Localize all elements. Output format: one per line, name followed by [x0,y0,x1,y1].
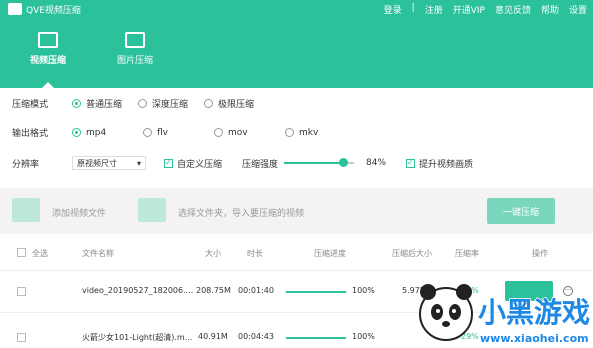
resolution-label: 分辨率 [12,159,40,170]
help-link[interactable]: 帮助 [541,3,559,16]
strength-slider[interactable] [284,158,355,167]
radio-label: 深度压缩 [152,100,189,110]
output-format-row: 输出格式 mp4 flv mov mkv [12,126,356,140]
radio-label: 极限压缩 [218,100,255,110]
image-icon [125,32,145,48]
login-link[interactable]: 登录 [384,3,402,16]
radio-dot [72,128,81,137]
strength-label: 压缩强度 [242,159,279,170]
mode-normal-radio[interactable]: 普通压缩 [72,97,122,110]
add-video-text[interactable]: 添加视频文件 [52,206,106,219]
active-tab-caret [42,82,54,88]
chevron-down-icon: ▾ [136,158,141,168]
vip-link[interactable]: 开通VIP [453,3,485,16]
radio-label: mov [228,127,248,138]
file-size: 40.91M [198,332,228,341]
radio-label: mkv [299,127,319,138]
col-progress: 压缩进度 [314,249,346,258]
radio-dot [72,99,81,108]
resolution-row: 分辨率 原视频尺寸 ▾ 自定义压缩 压缩强度 84% 提升视频画质 [12,156,473,170]
radio-label: flv [157,127,168,138]
file-duration: 00:01:40 [238,286,274,295]
file-duration: 00:04:43 [238,332,274,341]
row-checkbox[interactable] [17,287,26,296]
mode-label: 压缩模式 [12,100,49,110]
select-folder-text[interactable]: 选择文件夹，导入要压缩的视频 [178,206,304,219]
resolution-select[interactable]: 原视频尺寸 ▾ [72,156,146,170]
progress-bar [286,337,346,339]
app-logo-icon [8,3,22,15]
progress-value: 100% [352,286,375,295]
format-label: 输出格式 [12,129,49,139]
enhance-quality-checkbox[interactable] [406,158,416,168]
watermark-logo: 小黑游戏 www.xiaohei.com [419,284,591,345]
radio-dot [214,128,223,137]
custom-compress-label: 自定义压缩 [177,159,223,170]
format-mkv-radio[interactable]: mkv [285,128,340,138]
watermark-url: www.xiaohei.com [480,332,589,345]
col-actions: 操作 [532,249,548,258]
watermark-text: 小黑游戏 [478,296,590,329]
file-size: 208.75M [196,286,231,295]
tab-video-compress[interactable]: 视频压缩 [12,32,84,88]
film-icon [12,198,40,222]
col-duration: 时长 [247,249,263,258]
top-header: QVE视频压缩 登录 | 注册 开通VIP 意见反馈 帮助 设置 视频压缩 图片… [0,0,593,88]
col-filename: 文件名称 [82,249,114,258]
radio-label: mp4 [86,127,107,138]
file-name: video_20190527_182006.... [82,286,194,295]
radio-dot [285,128,294,137]
app-title: QVE视频压缩 [26,6,81,16]
custom-compress-checkbox[interactable] [164,158,173,168]
folder-add-icon [138,198,166,222]
slider-knob[interactable] [338,158,348,167]
tab-label: 图片压缩 [116,56,153,66]
register-link[interactable]: 注册 [425,3,443,16]
format-flv-radio[interactable]: flv [143,128,198,138]
col-size: 大小 [205,249,221,258]
feedback-link[interactable]: 意见反馈 [495,3,531,16]
col-ratio: 压缩率 [455,249,479,258]
settings-link[interactable]: 设置 [569,3,587,16]
compress-mode-row: 压缩模式 普通压缩 深度压缩 极限压缩 [12,97,270,110]
col-select-all[interactable]: 全选 [32,248,48,259]
compress-all-button[interactable]: 一键压缩 [487,198,555,224]
clapperboard-icon [38,32,58,48]
radio-dot [204,99,214,108]
format-mp4-radio[interactable]: mp4 [72,128,127,138]
menu-separator: | [411,3,415,13]
tab-image-compress[interactable]: 图片压缩 [100,32,170,66]
col-after-size: 压缩后大小 [392,249,432,258]
radio-dot [138,99,148,108]
row-checkbox[interactable] [17,333,26,342]
mode-extreme-radio[interactable]: 极限压缩 [204,97,254,110]
radio-label: 普通压缩 [86,100,123,110]
tab-label: 视频压缩 [29,56,66,66]
file-name: 火箭少女101-Light(超清).m... [82,333,193,342]
table-header: 全选 文件名称 大小 时长 压缩进度 压缩后大小 压缩率 操作 [0,244,593,262]
progress-bar [286,291,346,293]
mode-deep-radio[interactable]: 深度压缩 [138,97,188,110]
select-all-checkbox[interactable] [17,248,26,257]
radio-dot [143,128,152,137]
top-menu: 登录 | 注册 开通VIP 意见反馈 帮助 设置 [384,3,587,16]
enhance-quality-label: 提升视频画质 [419,159,474,170]
resolution-value: 原视频尺寸 [77,158,117,168]
strength-value: 84% [366,158,387,168]
format-mov-radio[interactable]: mov [214,128,269,138]
panda-icon [419,284,473,341]
progress-value: 100% [352,332,375,341]
